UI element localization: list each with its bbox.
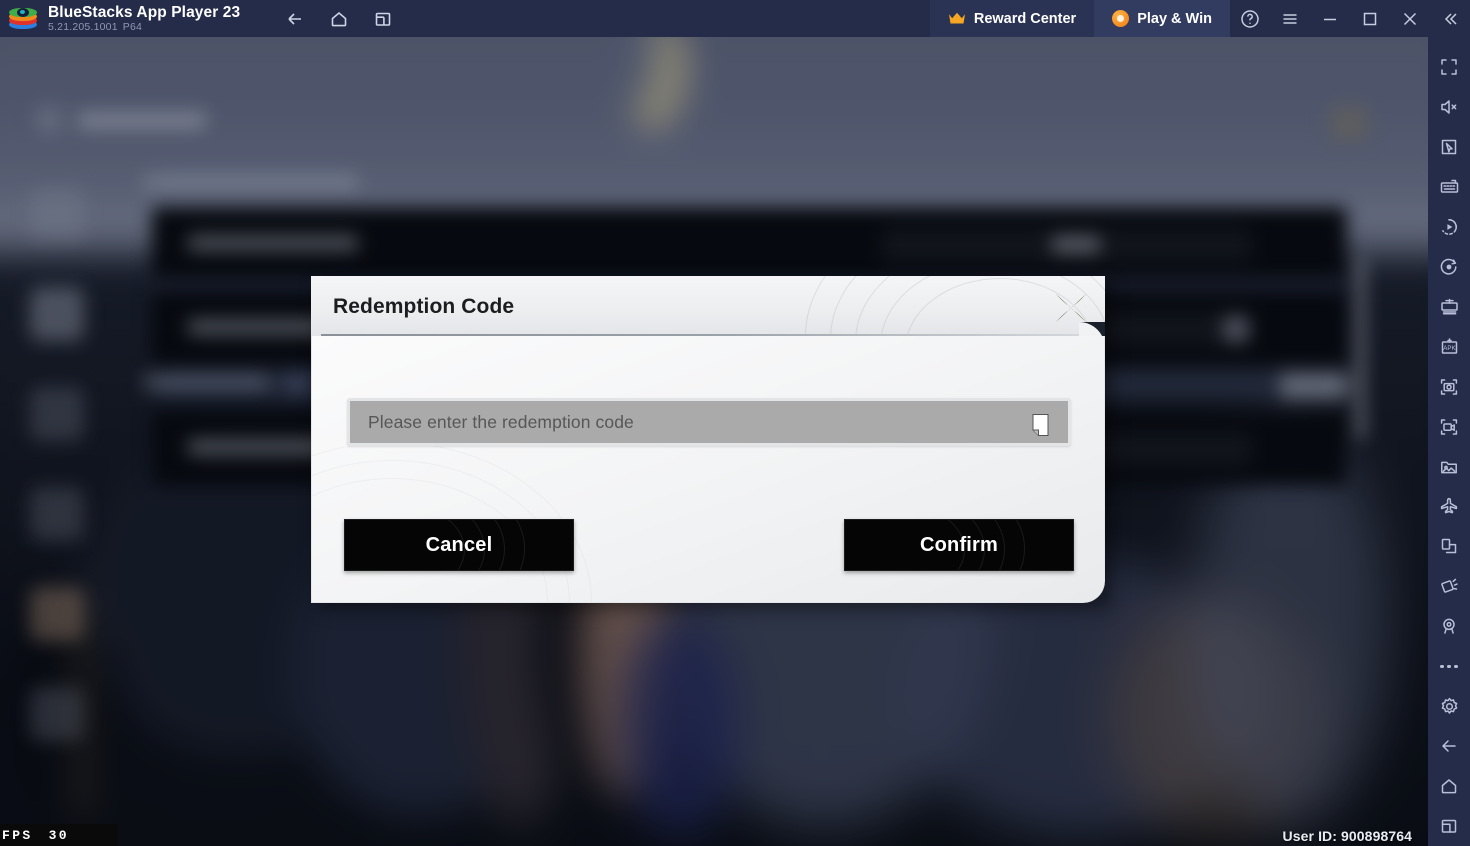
bluestacks-logo [0, 0, 46, 37]
screenshot-icon[interactable] [1428, 367, 1470, 407]
video-record-icon[interactable] [1428, 407, 1470, 447]
app-title-block: BlueStacks App Player 23 5.21.205.1001 P6… [46, 0, 240, 37]
svg-text:APK: APK [1443, 345, 1456, 352]
confirm-button[interactable]: Confirm [844, 519, 1074, 571]
android-nav-group [278, 0, 400, 37]
paste-icon[interactable] [1031, 413, 1050, 437]
redemption-code-input[interactable]: Please enter the redemption code [347, 398, 1071, 446]
recents-button[interactable] [366, 2, 400, 36]
cancel-button-label: Cancel [425, 533, 493, 556]
fps-value: 30 [48, 827, 70, 843]
media-manager-icon[interactable] [1428, 447, 1470, 487]
eco-mode-icon[interactable] [1428, 486, 1470, 526]
fps-counter: FPS 30 [0, 824, 118, 846]
close-icon[interactable] [1049, 286, 1093, 330]
close-button[interactable] [1390, 0, 1430, 37]
tools-sidebar: APK [1428, 37, 1470, 846]
cursor-icon[interactable] [1428, 127, 1470, 167]
crown-icon [948, 12, 966, 25]
collapse-sidebar-button[interactable] [1430, 0, 1470, 37]
home-icon[interactable] [1428, 766, 1470, 806]
play-and-win-label: Play & Win [1137, 10, 1212, 27]
minimize-button[interactable] [1310, 0, 1350, 37]
app-version: 5.21.205.1001 [48, 20, 118, 33]
dialog-body: Please enter the redemption code Cancel … [311, 336, 1105, 603]
fullscreen-icon[interactable] [1428, 47, 1470, 87]
app-title: BlueStacks App Player 23 [48, 3, 241, 21]
dialog-title: Redemption Code [333, 295, 515, 318]
title-bar: BlueStacks App Player 23 5.21.205.1001 P6… [0, 0, 1470, 37]
back-icon[interactable] [1428, 726, 1470, 766]
back-button[interactable] [278, 2, 312, 36]
redemption-code-placeholder: Please enter the redemption code [368, 411, 634, 432]
app-build: P64 [122, 20, 143, 33]
cancel-button[interactable]: Cancel [344, 519, 574, 571]
location-icon[interactable] [1428, 606, 1470, 646]
shake-icon[interactable] [1428, 566, 1470, 606]
mute-icon[interactable] [1428, 87, 1470, 127]
reward-center-label: Reward Center [973, 10, 1077, 27]
apk-install-icon[interactable]: APK [1428, 327, 1470, 367]
macro-icon[interactable] [1428, 207, 1470, 247]
multi-instance-icon[interactable] [1428, 287, 1470, 327]
recents-icon[interactable] [1428, 806, 1470, 846]
home-button[interactable] [322, 2, 356, 36]
keyboard-icon[interactable] [1428, 167, 1470, 207]
settings-icon[interactable] [1428, 686, 1470, 726]
dialog-header: Redemption Code [311, 276, 1105, 338]
record-icon[interactable] [1428, 247, 1470, 287]
more-icon[interactable] [1428, 646, 1470, 686]
resize-icon[interactable] [1428, 526, 1470, 566]
confirm-button-label: Confirm [919, 533, 999, 556]
app-version-block: 5.21.205.1001 P64 [48, 21, 240, 34]
help-button[interactable] [1230, 0, 1270, 37]
play-and-win-button[interactable]: Play & Win [1094, 0, 1230, 37]
menu-button[interactable] [1270, 0, 1310, 37]
redemption-code-dialog: Redemption Code Please enter the redempt… [311, 276, 1111, 609]
bluestacks-logo-icon [9, 6, 37, 32]
user-id-label: User ID: 900898764 [1282, 828, 1412, 844]
fps-label: FPS [2, 827, 33, 843]
maximize-button[interactable] [1350, 0, 1390, 37]
bluestacks-window: BlueStacks App Player 23 5.21.205.1001 P6… [0, 0, 1470, 846]
play-win-badge-icon [1112, 10, 1130, 27]
reward-center-button[interactable]: Reward Center [929, 0, 1095, 37]
